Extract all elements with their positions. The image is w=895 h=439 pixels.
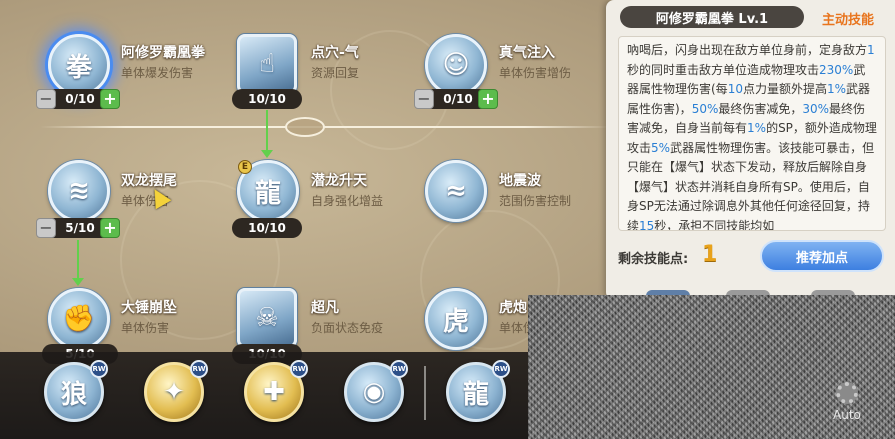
skill-level: 10/10 — [232, 218, 302, 238]
recommend-allocation-button[interactable]: 推荐加点 — [760, 240, 884, 272]
highlighted-value: 1% — [826, 82, 847, 96]
skill-type-label: 主动技能 — [822, 13, 875, 28]
decrease-level-button[interactable]: − — [414, 89, 434, 109]
highlighted-value: 1 — [867, 43, 875, 57]
equipped-badge: E — [238, 160, 252, 174]
hotbar-glyph: ✦ — [163, 377, 185, 407]
qi-figure-icon[interactable]: ☺ — [425, 34, 487, 96]
skill-name: 真气注入 — [499, 45, 555, 61]
skill-glyph: ☠ — [255, 303, 279, 333]
skill-description[interactable]: 吶喝后，闪身出现在敌方单位身前，定身敌方1 秒的同时重击敌方单位造成物理攻击230… — [618, 36, 886, 231]
skull-mask-icon[interactable]: ☠ — [237, 288, 297, 348]
increase-level-button[interactable]: + — [100, 89, 120, 109]
hotbar-glyph: ✚ — [263, 377, 285, 407]
remaining-points-label: 剩余技能点: — [618, 252, 689, 267]
hotbar-divider — [424, 366, 426, 420]
gear-icon[interactable] — [836, 382, 858, 404]
slot-badge: RW — [492, 360, 510, 378]
skill-name: 地震波 — [499, 173, 541, 189]
highlighted-value: 10 — [727, 82, 743, 96]
connector-arrow-icon — [261, 150, 273, 158]
skill-glyph: ≈ — [445, 176, 467, 206]
skill-name: 点穴-气 — [311, 45, 359, 61]
skill-desc: 负面状态免疫 — [311, 321, 384, 335]
skill-name: 虎炮 — [499, 300, 527, 316]
description-text: 最终伤害减免， — [718, 101, 803, 116]
hammer-fist-icon[interactable]: ✊ — [48, 288, 110, 350]
skill-detail-title: 阿修罗霸凰拳 Lv.1 — [620, 6, 804, 28]
highlighted-value: 1% — [747, 121, 767, 135]
fist-emblem-icon[interactable]: 拳 — [48, 34, 110, 96]
hotbar-glyph: 狼 — [60, 379, 87, 410]
tree-connector — [77, 240, 79, 280]
skill-desc: 自身强化增益 — [311, 194, 384, 208]
slot-badge: RW — [290, 360, 308, 378]
shockwave-icon[interactable]: ≈ — [425, 160, 487, 222]
decrease-level-button[interactable]: − — [36, 218, 56, 238]
description-text: 秒，承担不同技能均如 — [654, 218, 775, 231]
skill-glyph: 拳 — [65, 52, 92, 83]
dragon-tail-icon[interactable]: ≋ — [48, 160, 110, 222]
highlighted-value: 230% — [819, 62, 854, 77]
pressure-point-icon[interactable]: ☝ — [237, 34, 297, 94]
increase-level-button[interactable]: + — [100, 218, 120, 238]
increase-level-button[interactable]: + — [478, 89, 498, 109]
skill-desc: 单体伤害 — [121, 321, 170, 335]
auto-toggle-label[interactable]: Auto — [833, 408, 861, 422]
skill-desc: 资源回复 — [311, 66, 360, 80]
skill-desc: 范围伤害控制 — [499, 194, 572, 208]
tier-divider — [40, 126, 610, 128]
skill-name: 阿修罗霸凰拳 — [121, 45, 205, 61]
skill-glyph: 虎 — [442, 306, 469, 337]
skill-desc: 单体伤害增伤 — [499, 66, 572, 80]
hotbar-glyph: 龍 — [462, 379, 489, 410]
highlighted-value: 50% — [691, 101, 719, 116]
remaining-points-value: 1 — [702, 242, 718, 267]
skill-name: 大锤崩坠 — [121, 300, 177, 316]
hotbar-glyph: ◉ — [362, 377, 386, 407]
slot-badge: RW — [390, 360, 408, 378]
skill-glyph: ☺ — [442, 50, 470, 80]
skill-tree-screen: 拳 阿修罗霸凰拳 单体爆发伤害 0/10 − + ☝ 点穴-气 资源回复 10/… — [0, 0, 895, 439]
skill-glyph: 龍 — [254, 178, 281, 209]
highlighted-value: 15 — [639, 218, 655, 231]
skill-glyph: ≋ — [68, 176, 90, 206]
description-text: 秒的同时重击敌方单位造成物理攻击 — [627, 62, 820, 77]
tree-connector — [266, 110, 268, 152]
skill-glyph: ✊ — [62, 304, 96, 334]
connector-arrow-icon — [72, 278, 84, 286]
skill-level: 10/10 — [232, 89, 302, 109]
skill-name: 双龙摆尾 — [121, 173, 177, 189]
slot-badge: RW — [190, 360, 208, 378]
skill-name: 潜龙升天 — [311, 173, 367, 189]
highlighted-value: 5% — [651, 140, 671, 155]
decrease-level-button[interactable]: − — [36, 89, 56, 109]
divider-ornament — [285, 117, 325, 137]
skill-name: 超凡 — [311, 300, 339, 316]
skill-glyph: ☝ — [259, 49, 275, 79]
slot-badge: RW — [90, 360, 108, 378]
highlighted-value: 30% — [802, 101, 830, 116]
skill-desc: 单体爆发伤害 — [121, 66, 194, 80]
skill-detail-panel: 阿修罗霸凰拳 Lv.1 主动技能 吶喝后，闪身出现在敌方单位身前，定身敌方1秒的… — [606, 0, 895, 310]
description-text: 点力量额外提高 — [742, 82, 827, 96]
tiger-cannon-icon[interactable]: 虎 — [425, 288, 487, 350]
description-text: 吶喝后，闪身出现在敌方单位身前，定身敌方 — [627, 43, 868, 57]
